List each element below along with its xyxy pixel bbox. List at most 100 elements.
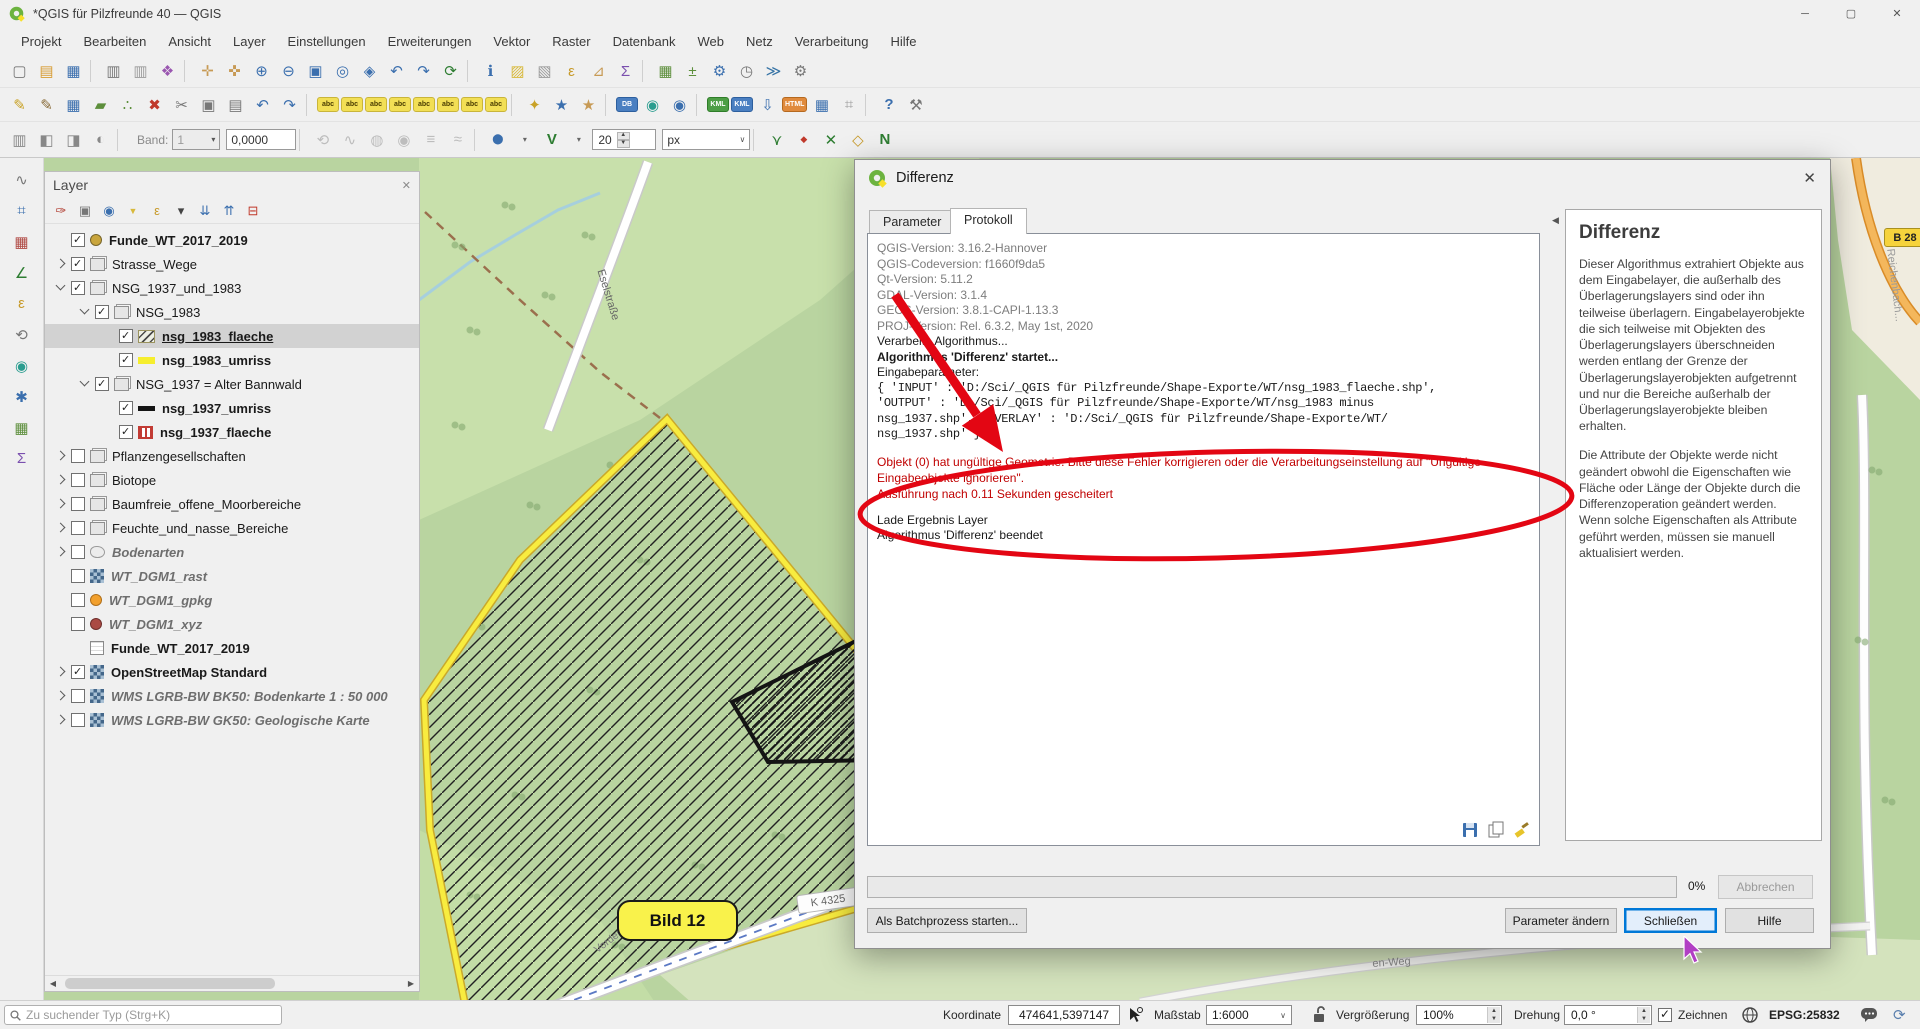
tab-parameter[interactable]: Parameter xyxy=(869,210,955,234)
layer-checkbox[interactable] xyxy=(71,233,85,247)
layer-checkbox[interactable] xyxy=(71,569,85,583)
label-move-icon[interactable]: abc xyxy=(365,97,387,112)
maximize-button[interactable]: ▢ xyxy=(1828,0,1874,27)
layer-row[interactable]: Biotope xyxy=(45,468,419,492)
print-layout-icon[interactable]: ▥ xyxy=(101,59,126,84)
redo-icon[interactable]: ↷ xyxy=(277,92,302,117)
digitize-curve-icon[interactable]: V xyxy=(539,127,564,152)
layer-row[interactable]: nsg_1937_flaeche xyxy=(45,420,419,444)
layer-label[interactable]: OpenStreetMap Standard xyxy=(111,665,267,680)
extent-pointer-icon[interactable] xyxy=(1126,1006,1144,1024)
advanced-digitizing-icon[interactable]: ∿ xyxy=(9,167,34,192)
layout-manager-icon[interactable]: ▥ xyxy=(128,59,153,84)
toggle-editing-icon[interactable]: ✎ xyxy=(34,92,59,117)
save-log-icon[interactable] xyxy=(1461,821,1479,839)
processing-toolbox-icon[interactable]: ⚙ xyxy=(707,59,732,84)
layer-checkbox[interactable] xyxy=(119,329,133,343)
field-calculator-icon[interactable]: ± xyxy=(680,59,705,84)
reshape-icon[interactable]: ≈ xyxy=(445,127,470,152)
new-project-icon[interactable]: ▢ xyxy=(7,59,32,84)
expander-icon[interactable] xyxy=(53,448,69,464)
open-layer-styling-icon[interactable]: ✑ xyxy=(50,200,72,222)
menu-item[interactable]: Einstellungen xyxy=(277,30,377,53)
scroll-left-icon[interactable]: ◀ xyxy=(45,976,61,991)
scroll-right-icon[interactable]: ▶ xyxy=(403,976,419,991)
expander-icon[interactable] xyxy=(53,616,69,632)
separator[interactable] xyxy=(696,94,703,116)
raster-histogram-icon[interactable]: ▥ xyxy=(7,127,32,152)
data-table-icon[interactable]: ▦ xyxy=(809,92,834,117)
expander-icon[interactable] xyxy=(53,256,69,272)
copy-log-icon[interactable] xyxy=(1487,821,1505,839)
droplet-caret-icon[interactable]: ▾ xyxy=(512,127,537,152)
simplify-feature-icon[interactable]: ∿ xyxy=(337,127,362,152)
expander-icon[interactable] xyxy=(77,376,93,392)
menu-item[interactable]: Datenbank xyxy=(602,30,687,53)
paste-features-icon[interactable]: ▤ xyxy=(223,92,248,117)
expander-icon[interactable] xyxy=(101,400,117,416)
tracing-icon[interactable]: ⋎ xyxy=(764,127,789,152)
diagram-options-icon[interactable]: abc xyxy=(461,97,483,112)
expander-icon[interactable] xyxy=(101,328,117,344)
map-tips-icon[interactable]: ✦ xyxy=(522,92,547,117)
layer-row[interactable]: NSG_1983 xyxy=(45,300,419,324)
label-rotate-icon[interactable]: abc xyxy=(389,97,411,112)
layer-label[interactable]: Pflanzengesellschaften xyxy=(112,449,246,464)
layer-row[interactable]: Baumfreie_offene_Moorbereiche xyxy=(45,492,419,516)
zoom-out-icon[interactable]: ⊖ xyxy=(276,59,301,84)
expander-icon[interactable] xyxy=(101,424,117,440)
layer-row[interactable]: WMS LGRB-BW BK50: Bodenkarte 1 : 50 000 xyxy=(45,684,419,708)
zoom-to-layer-icon[interactable]: ◈ xyxy=(357,59,382,84)
search-input[interactable]: Zu suchender Typ (Strg+K) xyxy=(4,1005,282,1025)
layer-label[interactable]: nsg_1983_umriss xyxy=(162,353,271,368)
add-polygon-icon[interactable]: ▰ xyxy=(88,92,113,117)
layer-row[interactable]: WT_DGM1_xyz xyxy=(45,612,419,636)
deselect-features-icon[interactable]: ▧ xyxy=(532,59,557,84)
layer-label[interactable]: WMS LGRB-BW GK50: Geologische Karte xyxy=(111,713,370,728)
close-button[interactable]: Schließen xyxy=(1624,908,1717,933)
scrollbar-track[interactable] xyxy=(61,976,403,991)
lock-icon[interactable] xyxy=(1311,1006,1327,1024)
attribute-table-icon[interactable]: ▦ xyxy=(653,59,678,84)
expander-icon[interactable] xyxy=(53,232,69,248)
layer-label[interactable]: WT_DGM1_xyz xyxy=(109,617,202,632)
layer-row[interactable]: Feuchte_und_nasse_Bereiche xyxy=(45,516,419,540)
separator[interactable] xyxy=(642,60,649,82)
show-bookmarks-icon[interactable]: ★ xyxy=(576,92,601,117)
layer-checkbox[interactable] xyxy=(71,545,85,559)
zoom-last-icon[interactable]: ↶ xyxy=(384,59,409,84)
label-pin-icon[interactable]: abc xyxy=(317,97,339,112)
select-features-icon[interactable]: ▨ xyxy=(505,59,530,84)
add-ring-icon[interactable]: ◍ xyxy=(364,127,389,152)
menu-item[interactable]: Ansicht xyxy=(157,30,222,53)
layer-checkbox[interactable] xyxy=(71,521,85,535)
expander-icon[interactable] xyxy=(53,544,69,560)
kml-import-icon[interactable]: KML xyxy=(731,97,753,112)
layer-row[interactable]: WT_DGM1_gpkg xyxy=(45,588,419,612)
layer-label[interactable]: WT_DGM1_rast xyxy=(111,569,207,584)
layer-checkbox[interactable] xyxy=(71,593,85,607)
dropdown-caret-icon[interactable]: ▾ xyxy=(170,200,192,222)
separator[interactable] xyxy=(605,94,612,116)
avoid-intersections-icon[interactable]: ◇ xyxy=(845,127,870,152)
expander-icon[interactable] xyxy=(53,520,69,536)
fill-ring-icon[interactable]: ◉ xyxy=(391,127,416,152)
layer-checkbox[interactable] xyxy=(71,497,85,511)
dialog-close-icon[interactable]: ✕ xyxy=(1803,169,1816,187)
menu-item[interactable]: Raster xyxy=(541,30,601,53)
help-icon[interactable]: ? xyxy=(876,92,901,117)
menu-item[interactable]: Projekt xyxy=(10,30,72,53)
html-export-icon[interactable]: HTML xyxy=(782,97,807,112)
new-bookmark-icon[interactable]: ★ xyxy=(549,92,574,117)
save-edits-icon[interactable]: ▦ xyxy=(61,92,86,117)
menu-item[interactable]: Netz xyxy=(735,30,784,53)
curve-caret-icon[interactable]: ▾ xyxy=(566,127,591,152)
layer-checkbox[interactable] xyxy=(95,377,109,391)
layer-checkbox[interactable] xyxy=(119,353,133,367)
measure-icon[interactable]: ⊿ xyxy=(586,59,611,84)
layer-checkbox[interactable] xyxy=(71,473,85,487)
layer-row[interactable]: nsg_1983_umriss xyxy=(45,348,419,372)
render-checkbox[interactable] xyxy=(1658,1008,1672,1022)
layer-label[interactable]: NSG_1937_und_1983 xyxy=(112,281,241,296)
band-select[interactable]: 1▾ xyxy=(172,129,220,150)
